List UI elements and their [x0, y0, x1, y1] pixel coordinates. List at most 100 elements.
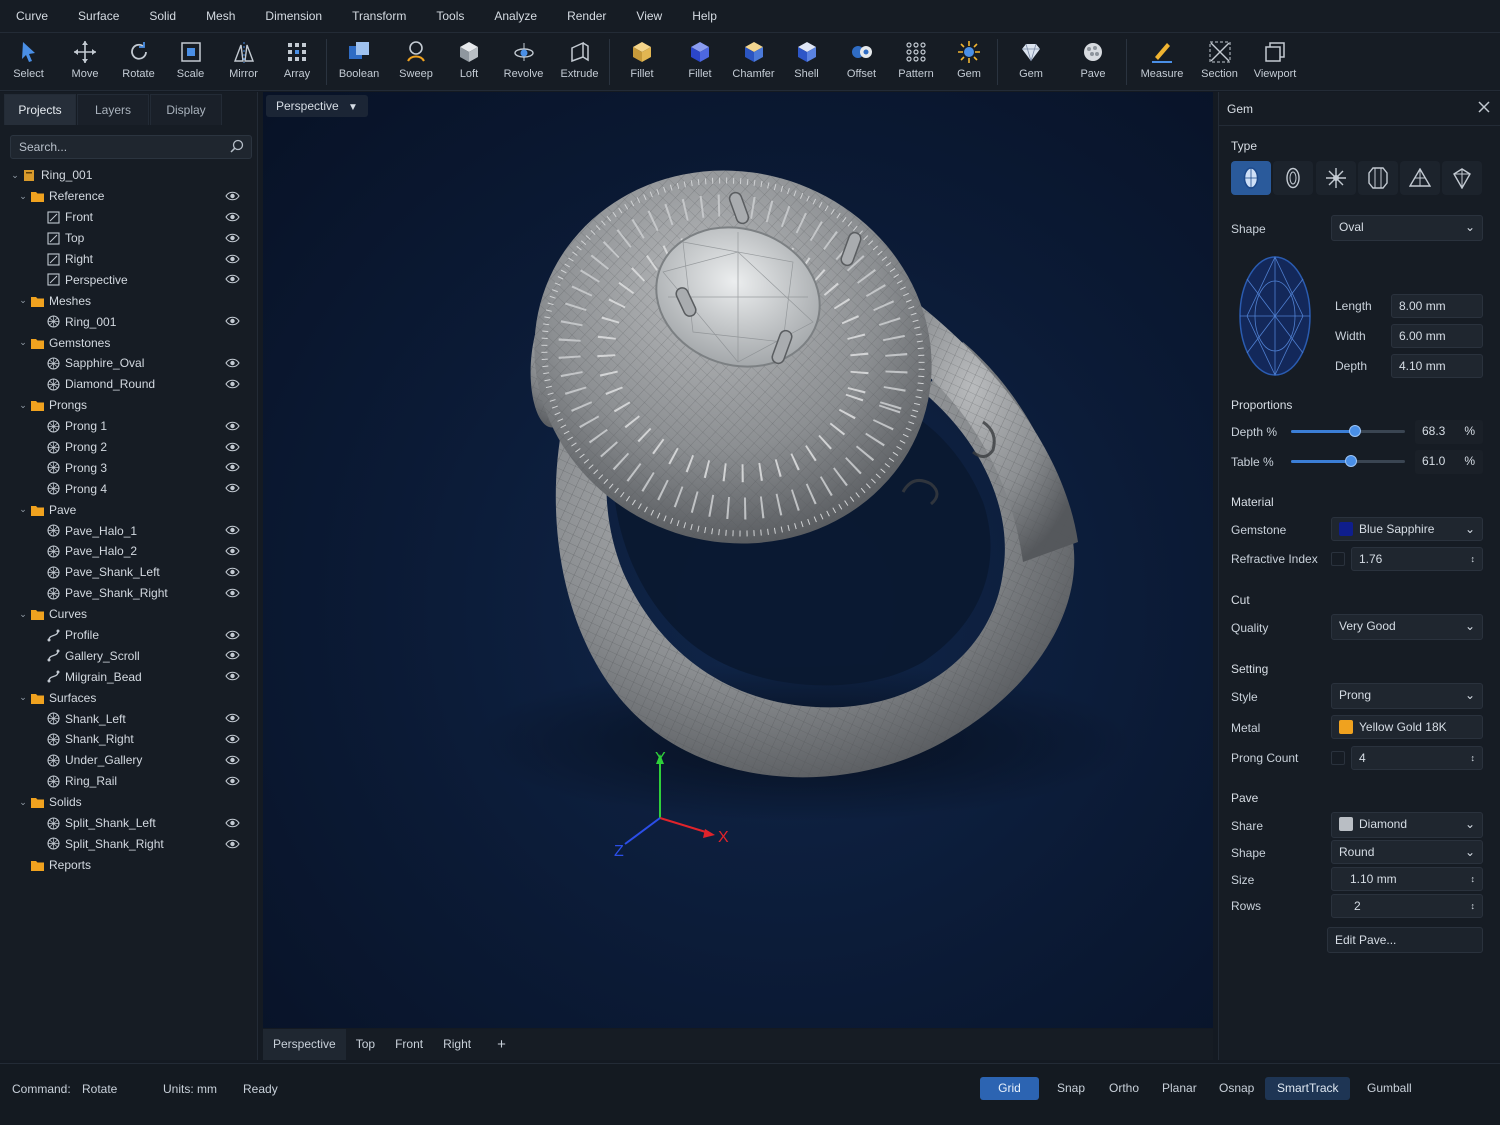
tree-item[interactable]: Gallery_Scroll: [0, 645, 258, 666]
tree-item[interactable]: Prong 3: [0, 457, 258, 478]
toggle-snap[interactable]: Snap: [1045, 1077, 1097, 1100]
eye-icon[interactable]: [225, 231, 240, 245]
tool-move-button[interactable]: Move: [57, 33, 113, 91]
eye-icon[interactable]: [225, 648, 240, 662]
gem-type-emerald-button[interactable]: [1358, 161, 1398, 195]
eye-icon[interactable]: [225, 377, 240, 391]
tree-item[interactable]: ⌄ Ring_001: [0, 165, 258, 186]
eye-icon[interactable]: [225, 460, 240, 474]
prong-count-checkbox[interactable]: [1331, 751, 1345, 765]
tree-item[interactable]: Pave_Halo_1: [0, 520, 258, 541]
eye-icon[interactable]: [225, 816, 240, 830]
menu-transform[interactable]: Transform: [336, 0, 420, 33]
tree-item[interactable]: Shank_Left: [0, 708, 258, 729]
tree-item[interactable]: Shank_Right: [0, 729, 258, 750]
eye-icon[interactable]: [225, 440, 240, 454]
refractive-index-stepper[interactable]: 1.76 ↕: [1351, 547, 1483, 571]
share-dropdown[interactable]: Diamond ⌄: [1331, 812, 1483, 838]
gem-type-trillion-button[interactable]: [1400, 161, 1440, 195]
tool-rotate-button[interactable]: Rotate: [113, 33, 164, 91]
tree-item[interactable]: ⌄ Surfaces: [0, 687, 258, 708]
eye-icon[interactable]: [225, 711, 240, 725]
chevron-down-icon[interactable]: ⌄: [16, 337, 30, 348]
depth-pct-input[interactable]: 68.3%: [1415, 420, 1483, 444]
search-icon[interactable]: [229, 139, 245, 155]
3d-viewport[interactable]: Y X Z Perspective ▼: [263, 92, 1213, 1028]
tree-item[interactable]: Milgrain_Bead: [0, 666, 258, 687]
toggle-grid[interactable]: Grid: [980, 1077, 1039, 1100]
menu-view[interactable]: View: [620, 0, 676, 33]
tab-layers[interactable]: Layers: [77, 94, 149, 125]
chevron-down-icon[interactable]: ⌄: [16, 191, 30, 202]
eye-icon[interactable]: [225, 732, 240, 746]
gem-type-oval-button[interactable]: [1231, 161, 1271, 195]
tree-item[interactable]: Ring_001: [0, 311, 258, 332]
tree-item[interactable]: Diamond_Round: [0, 374, 258, 395]
tree-item[interactable]: Split_Shank_Right: [0, 834, 258, 855]
tree-item[interactable]: Perspective: [0, 269, 258, 290]
tree-item[interactable]: Prong 1: [0, 416, 258, 437]
tree-item[interactable]: Split_Shank_Left: [0, 813, 258, 834]
tool-boolean-button[interactable]: Boolean: [329, 33, 389, 91]
tree-item[interactable]: ⌄ Gemstones: [0, 332, 258, 353]
viewport-view-selector[interactable]: Perspective ▼: [266, 95, 368, 117]
prong-count-stepper[interactable]: 4 ↕: [1351, 746, 1483, 770]
metal-selector[interactable]: Yellow Gold 18K: [1331, 715, 1483, 739]
menu-help[interactable]: Help: [676, 0, 731, 33]
menu-analyze[interactable]: Analyze: [478, 0, 551, 33]
tree-item[interactable]: ⌄ Curves: [0, 604, 258, 625]
gem-type-cushion-button[interactable]: [1273, 161, 1313, 195]
eye-icon[interactable]: [225, 523, 240, 537]
chevron-down-icon[interactable]: ⌄: [16, 400, 30, 411]
tool-section-button[interactable]: Section: [1195, 33, 1244, 91]
eye-icon[interactable]: [225, 419, 240, 433]
view-tab-top[interactable]: Top: [346, 1029, 385, 1060]
tool-sweep-button[interactable]: Sweep: [389, 33, 443, 91]
tree-item[interactable]: Top: [0, 228, 258, 249]
eye-icon[interactable]: [225, 669, 240, 683]
gem-type-star-button[interactable]: [1316, 161, 1356, 195]
menu-dimension[interactable]: Dimension: [249, 0, 336, 33]
tool-offset-button[interactable]: Offset: [834, 33, 889, 91]
tree-item[interactable]: ⌄ Reference: [0, 186, 258, 207]
tool-select-button[interactable]: Select: [0, 33, 57, 91]
tab-projects[interactable]: Projects: [4, 94, 76, 125]
tree-item[interactable]: ⌄ Pave: [0, 499, 258, 520]
chevron-down-icon[interactable]: ⌄: [16, 797, 30, 808]
tool-viewport-button[interactable]: Viewport: [1244, 33, 1306, 91]
eye-icon[interactable]: [225, 252, 240, 266]
tool-fillet-button[interactable]: Fillet: [612, 33, 672, 91]
tree-item[interactable]: Prong 4: [0, 478, 258, 499]
eye-icon[interactable]: [225, 314, 240, 328]
gemstone-dropdown[interactable]: Blue Sapphire ⌄: [1331, 517, 1483, 541]
tool-gem-button[interactable]: Gem: [943, 33, 995, 91]
chevron-down-icon[interactable]: ⌄: [8, 170, 22, 181]
size-stepper[interactable]: 1.10 mm ↕: [1331, 867, 1483, 891]
chevron-down-icon[interactable]: ⌄: [16, 692, 30, 703]
eye-icon[interactable]: [225, 628, 240, 642]
width-input[interactable]: 6.00 mm: [1391, 324, 1483, 348]
tool-revolve-button[interactable]: Revolve: [495, 33, 552, 91]
tree-item[interactable]: ⌄ Meshes: [0, 290, 258, 311]
pave-shape-dropdown[interactable]: Round ⌄: [1331, 840, 1483, 864]
toggle-osnap[interactable]: Osnap: [1207, 1077, 1266, 1100]
tree-item[interactable]: Pave_Halo_2: [0, 541, 258, 562]
table-pct-input[interactable]: 61.0%: [1415, 450, 1483, 474]
eye-icon[interactable]: [225, 272, 240, 286]
menu-solid[interactable]: Solid: [133, 0, 190, 33]
toggle-planar[interactable]: Planar: [1150, 1077, 1209, 1100]
chevron-down-icon[interactable]: ⌄: [16, 295, 30, 306]
depth-pct-slider[interactable]: [1291, 425, 1405, 437]
tool-chamfer-button[interactable]: Chamfer: [728, 33, 779, 91]
tool-pattern-button[interactable]: Pattern: [889, 33, 943, 91]
tool-shell-button[interactable]: Shell: [779, 33, 834, 91]
tool-array-button[interactable]: Array: [270, 33, 324, 91]
tree-item[interactable]: Profile: [0, 625, 258, 646]
view-tab-right[interactable]: Right: [433, 1029, 481, 1060]
eye-icon[interactable]: [225, 753, 240, 767]
eye-icon[interactable]: [225, 837, 240, 851]
tool-mirror-button[interactable]: Mirror: [217, 33, 270, 91]
tree-item[interactable]: Right: [0, 249, 258, 270]
view-tab-perspective[interactable]: Perspective: [263, 1029, 346, 1060]
eye-icon[interactable]: [225, 481, 240, 495]
